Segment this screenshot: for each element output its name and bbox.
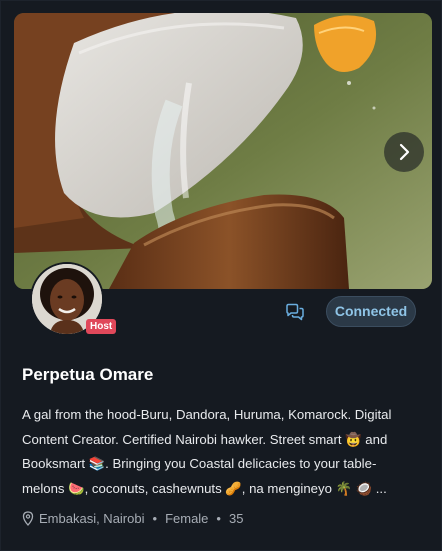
profile-name: Perpetua Omare [22, 365, 154, 384]
location-pin-icon [22, 511, 34, 526]
host-badge: Host [86, 319, 117, 334]
chat-bubbles-icon [286, 303, 304, 321]
meta-separator: • [152, 511, 158, 526]
bio-line: A gal from the hood-Buru, Dandora, Hurum… [22, 407, 392, 422]
bio-line: melons 🍉, coconuts, cashewnuts 🥜, na men… [22, 480, 387, 496]
profile-card: Host Connected Perpetua Omare A gal from… [0, 0, 442, 551]
next-photo-button[interactable] [384, 132, 424, 172]
profile-bio: A gal from the hood-Buru, Dandora, Hurum… [22, 403, 432, 501]
meta-separator: • [216, 511, 221, 526]
profile-meta: Embakasi, Nairobi • Female • 35 [22, 511, 243, 526]
bio-line: Booksmart 📚. Bringing you Coastal delica… [22, 456, 377, 471]
connected-button[interactable]: Connected [326, 296, 416, 327]
age-text: 35 [228, 511, 244, 526]
message-button[interactable] [283, 300, 307, 324]
bio-line: Content Creator. Certified Nairobi hawke… [22, 431, 388, 447]
cover-photo [14, 13, 432, 289]
location-text: Embakasi, Nairobi [39, 511, 145, 526]
gender-text: Female [165, 511, 209, 526]
chevron-right-icon [399, 143, 410, 161]
